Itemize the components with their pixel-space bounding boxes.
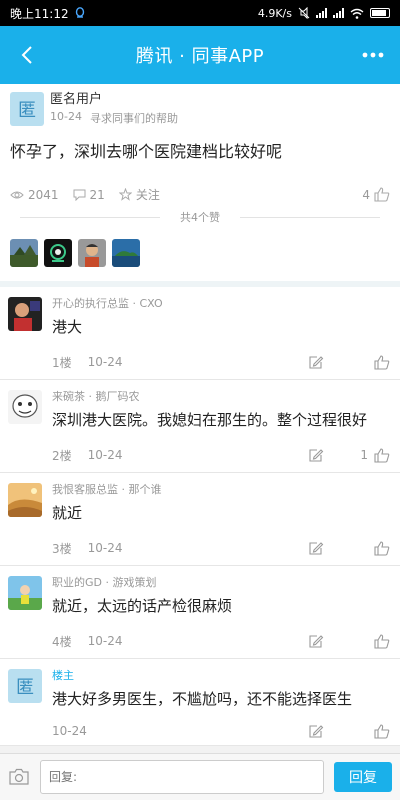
signal-icon (333, 8, 344, 18)
comment-icon (73, 189, 86, 201)
comments-count: 21 (89, 187, 105, 202)
edit-reply-icon[interactable] (308, 634, 324, 649)
comment-content: 港大 (52, 318, 83, 336)
comment-like-button[interactable] (350, 540, 390, 556)
comment-like-button[interactable]: 1 (350, 447, 390, 463)
follow-button[interactable]: 关注 (118, 186, 160, 203)
comment-author[interactable]: 我恨客服总监 · 那个谁 (52, 483, 390, 497)
avatar[interactable] (8, 576, 42, 610)
status-bar: 晚上11:12 4.9K/s (0, 0, 400, 26)
thumbs-up-icon (374, 447, 390, 463)
edit-reply-icon[interactable] (308, 355, 324, 370)
avatar[interactable] (8, 297, 42, 331)
battery-icon (370, 8, 390, 18)
comment-content: 就近，太远的话产检很麻烦 (52, 597, 233, 615)
comment-item: 来碗茶 · 鹅厂码农 深圳港大医院。我媳妇在那生的。整个过程很好 2楼 10-2… (0, 380, 400, 473)
qq-notification-icon (75, 7, 85, 19)
comment-author[interactable]: 楼主 (52, 669, 390, 683)
comment-content: 深圳港大医院。我媳妇在那生的。整个过程很好 (52, 411, 368, 429)
edit-reply-icon[interactable] (308, 724, 324, 739)
views-stat: 2041 (10, 188, 59, 202)
edit-reply-icon[interactable] (308, 448, 324, 463)
mute-icon (298, 7, 310, 19)
comment-item: 职业的GD · 游戏策划 就近，太远的话产检很麻烦 4楼 10-24 (0, 566, 400, 659)
comment-date: 10-24 (87, 541, 123, 555)
more-dots-icon[interactable] (356, 38, 390, 72)
reply-button[interactable]: 回复 (334, 762, 392, 792)
comment-author[interactable]: 职业的GD · 游戏策划 (52, 576, 390, 590)
star-icon (118, 188, 132, 201)
comment-author[interactable]: 来碗茶 · 鹅厂码农 (52, 390, 390, 404)
post-date: 10-24 (50, 110, 82, 123)
comments-stat[interactable]: 21 (73, 188, 105, 202)
reply-bar: 回复 (0, 753, 400, 800)
liker-avatar[interactable] (10, 239, 38, 267)
nav-bar: 腾讯 · 同事APP (0, 26, 400, 84)
camera-icon[interactable] (8, 768, 30, 786)
thumbs-up-icon (374, 354, 390, 370)
post-category[interactable]: 寻求同事们的帮助 (90, 110, 178, 126)
comment-floor: 1楼 (52, 355, 72, 370)
comment-content: 港大好多男医生，不尴尬吗，还不能选择医生 (52, 690, 353, 708)
views-count: 2041 (28, 187, 59, 202)
thumbs-up-icon (374, 723, 390, 739)
comment-date: 10-24 (52, 724, 87, 738)
comment-like-button[interactable] (350, 633, 390, 649)
comment-item: 匿 楼主 港大好多男医生，不尴尬吗，还不能选择医生 10-24 (0, 659, 400, 746)
comment-like-button[interactable] (350, 354, 390, 370)
back-arrow-icon[interactable] (10, 38, 44, 72)
edit-reply-icon[interactable] (308, 541, 324, 556)
comment-date: 10-24 (87, 634, 123, 648)
comment-author[interactable]: 开心的执行总监 · CXO (52, 297, 390, 311)
follow-label: 关注 (135, 188, 160, 202)
wifi-icon (350, 8, 364, 19)
comment-item: 开心的执行总监 · CXO 港大 1楼 10-24 (0, 287, 400, 380)
liker-avatar[interactable] (112, 239, 140, 267)
network-speed: 4.9K/s (257, 6, 292, 20)
comment-floor: 3楼 (52, 541, 72, 556)
post-author-name[interactable]: 匿名用户 (50, 92, 178, 108)
avatar[interactable] (8, 483, 42, 517)
post-content: 怀孕了，深圳去哪个医院建档比较好呢 (10, 142, 283, 161)
comment-list: 开心的执行总监 · CXO 港大 1楼 10-24 来碗茶 · 鹅厂码农 深圳港… (0, 287, 400, 746)
thumbs-up-icon (374, 633, 390, 649)
avatar[interactable]: 匿 (10, 92, 44, 126)
post-likes-count: 4 (362, 187, 370, 202)
comment-likes-count: 1 (360, 448, 368, 462)
main-post: 匿 匿名用户 10-24 寻求同事们的帮助 怀孕了，深圳去哪个医院建档比较好呢 … (0, 84, 400, 281)
post-like-button[interactable]: 4 (362, 187, 390, 202)
comment-content: 就近 (52, 504, 83, 522)
signal-icon (316, 8, 327, 18)
post-stats: 2041 21 关注 4 (10, 186, 390, 203)
eye-icon (10, 190, 24, 200)
reply-input[interactable] (40, 760, 324, 794)
avatar[interactable] (8, 390, 42, 424)
status-time: 晚上11:12 (10, 6, 69, 21)
avatar[interactable]: 匿 (8, 669, 42, 703)
comment-like-button[interactable] (350, 723, 390, 739)
likers-list (10, 239, 390, 267)
likes-total: 共4个赞 (10, 209, 390, 225)
comment-date: 10-24 (87, 355, 123, 369)
page-title: 腾讯 · 同事APP (135, 46, 265, 67)
comment-floor: 2楼 (52, 448, 72, 463)
comment-item: 我恨客服总监 · 那个谁 就近 3楼 10-24 (0, 473, 400, 566)
liker-avatar[interactable] (78, 239, 106, 267)
comment-floor: 4楼 (52, 634, 72, 649)
liker-avatar[interactable] (44, 239, 72, 267)
comment-date: 10-24 (87, 448, 123, 462)
thumbs-up-icon (374, 540, 390, 556)
post-author-row: 匿 匿名用户 10-24 寻求同事们的帮助 (10, 92, 390, 126)
thumbs-up-icon (374, 187, 390, 202)
